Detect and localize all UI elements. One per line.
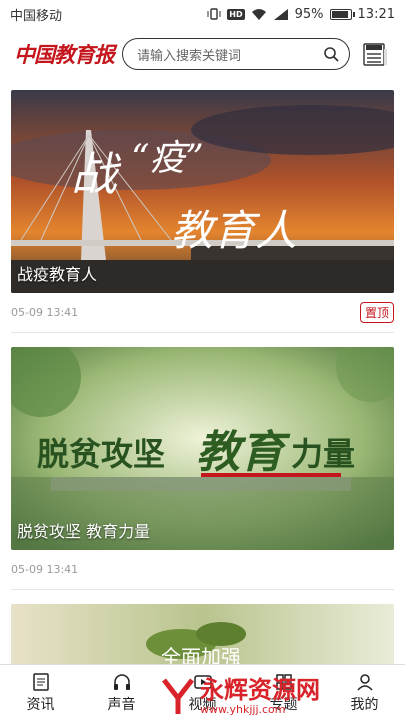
nav-label: 专题 [269,696,298,713]
svg-text:教育人: 教育人 [171,206,297,255]
card-caption: 脱贫攻坚 教育力量 [17,522,151,541]
carrier-label: 中国移动 [10,8,63,24]
card-caption: 战疫教育人 [17,265,98,284]
signal-icon [273,8,288,20]
nav-topic[interactable]: 专题 [243,665,324,720]
pinned-badge: 置顶 [359,302,394,323]
nav-label: 视频 [188,696,217,713]
profile-icon [356,673,373,691]
svg-text:教育: 教育 [196,427,291,478]
video-icon [193,674,212,689]
hd-badge: HD [227,8,245,20]
card-meta: 05-09 13:41 置顶 [11,293,394,333]
card-date: 05-09 13:41 [11,563,79,576]
news-icon [32,672,49,691]
search-input[interactable]: 请输入搜索关键词 [122,38,350,70]
app-header: 中国教育报 请输入搜索关键词 [0,28,405,80]
svg-text:脱贫攻坚: 脱贫攻坚 [37,435,165,473]
topic-icon [275,673,292,690]
search-icon[interactable] [323,46,339,62]
nav-label: 资讯 [26,696,55,713]
wifi-icon [251,8,266,20]
card-image[interactable]: 战 “疫” 教育人 战疫教育人 [11,90,394,293]
svg-text:“疫”: “疫” [131,138,204,179]
nav-profile[interactable]: 我的 [324,665,405,720]
nav-label: 声音 [107,696,136,713]
bottom-nav: 资讯 声音 视频 专题 我的 [0,664,405,720]
battery-percent: 95% [294,6,324,22]
app-logo[interactable]: 中国教育报 [14,39,115,69]
card-date: 05-09 13:41 [11,306,79,319]
card-image[interactable]: 脱贫攻坚 教育 力量 脱贫攻坚 教育力量 [11,347,394,550]
nav-news[interactable]: 资讯 [0,665,81,720]
vibrate-icon [207,8,221,20]
newspaper-icon[interactable] [362,41,388,67]
nav-video[interactable]: 视频 [162,665,243,720]
nav-audio[interactable]: 声音 [81,665,162,720]
news-card[interactable]: 战 “疫” 教育人 战疫教育人 05-09 13:41 置顶 [11,90,394,333]
clock: 13:21 [357,6,395,22]
battery-icon [329,8,355,20]
headphones-icon [113,673,130,690]
news-feed: 战 “疫” 教育人 战疫教育人 05-09 13:41 置顶 脱贫攻坚 教育 力… [11,90,394,720]
svg-text:力量: 力量 [291,435,355,473]
news-card[interactable]: 脱贫攻坚 教育 力量 脱贫攻坚 教育力量 05-09 13:41 [11,347,394,590]
status-indicators: HD 95% 13:21 [207,7,395,22]
card-art-title-1: 战 [71,147,122,201]
search-placeholder: 请输入搜索关键词 [137,48,242,64]
nav-label: 我的 [350,696,379,713]
card-meta: 05-09 13:41 [11,550,394,590]
status-bar: 中国移动 HD 95% 13:21 [0,0,405,28]
